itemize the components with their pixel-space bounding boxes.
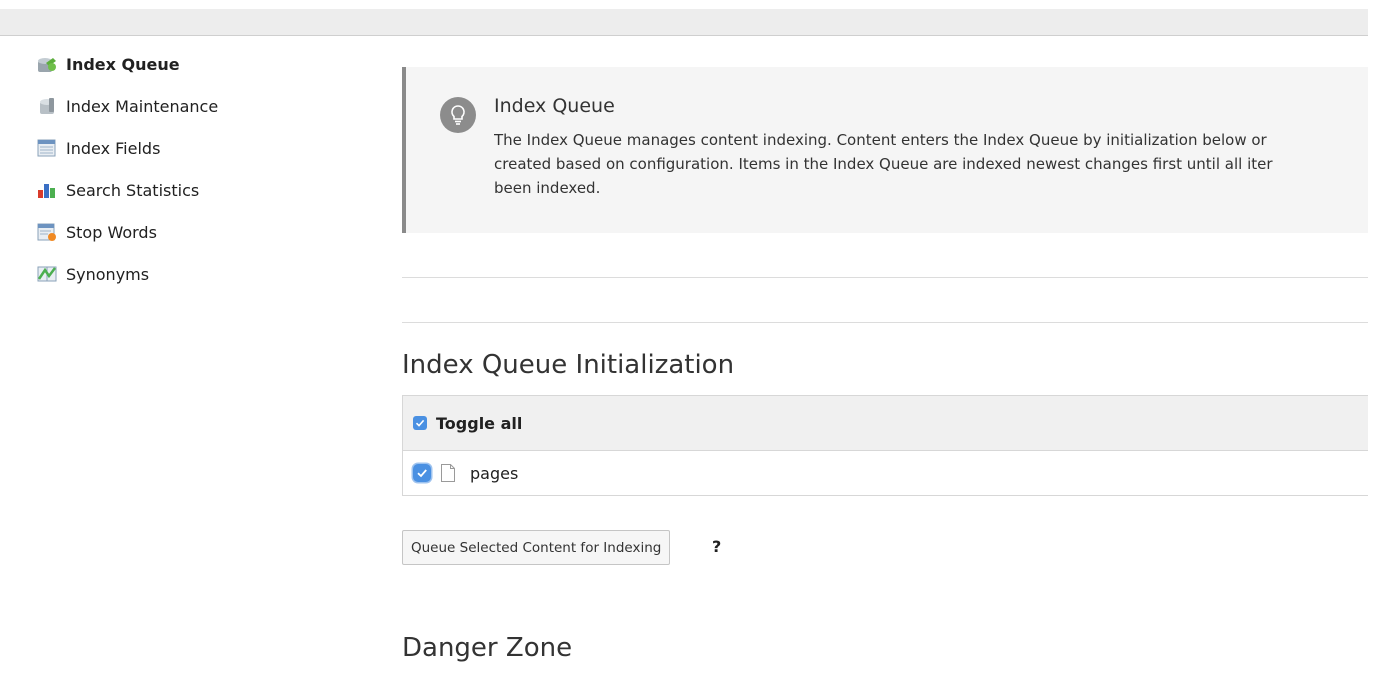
page-icon bbox=[441, 464, 455, 482]
queue-selected-button[interactable]: Queue Selected Content for Indexing bbox=[402, 530, 671, 565]
index-fields-icon bbox=[36, 138, 58, 158]
callout-title: Index Queue bbox=[494, 95, 615, 117]
sidebar-item-label: Index Fields bbox=[66, 138, 161, 158]
stop-words-icon bbox=[36, 222, 58, 242]
info-callout: Index Queue The Index Queue manages cont… bbox=[402, 67, 1368, 233]
lightbulb-icon bbox=[440, 97, 476, 133]
sidebar-item-label: Index Maintenance bbox=[66, 96, 219, 116]
help-button[interactable]: ? bbox=[712, 537, 721, 556]
sidebar-item-synonyms[interactable]: Synonyms bbox=[36, 253, 356, 295]
sidebar-item-stop-words[interactable]: Stop Words bbox=[36, 211, 356, 253]
sidebar-item-search-statistics[interactable]: Search Statistics bbox=[36, 169, 356, 211]
sidebar-menu: Index Queue Index Maintenance Index Fiel… bbox=[36, 43, 356, 295]
callout-line: been indexed. bbox=[494, 179, 601, 197]
initialization-table: Toggle all pages bbox=[402, 395, 1368, 496]
divider bbox=[402, 277, 1368, 278]
callout-line: The Index Queue manages content indexing… bbox=[494, 131, 1267, 149]
sidebar-item-index-fields[interactable]: Index Fields bbox=[36, 127, 356, 169]
toggle-all-label[interactable]: Toggle all bbox=[436, 414, 522, 433]
main-content: Index Queue The Index Queue manages cont… bbox=[402, 0, 1368, 686]
search-statistics-icon bbox=[36, 180, 58, 200]
sidebar-item-label: Stop Words bbox=[66, 222, 157, 242]
sidebar-item-label: Index Queue bbox=[66, 54, 180, 74]
index-maintenance-icon bbox=[36, 96, 58, 116]
row-label: pages bbox=[470, 463, 519, 483]
sidebar-item-index-queue[interactable]: Index Queue bbox=[36, 43, 356, 85]
sidebar-item-label: Synonyms bbox=[66, 264, 150, 284]
divider bbox=[402, 322, 1368, 323]
table-header: Toggle all bbox=[403, 396, 1368, 451]
synonyms-icon bbox=[36, 264, 58, 284]
index-queue-icon bbox=[36, 54, 58, 74]
toggle-all-checkbox[interactable] bbox=[413, 416, 427, 430]
section-heading-initialization: Index Queue Initialization bbox=[402, 350, 735, 380]
section-heading-danger-zone: Danger Zone bbox=[402, 633, 573, 663]
callout-text: The Index Queue manages content indexing… bbox=[494, 128, 1374, 200]
callout-line: created based on configuration. Items in… bbox=[494, 155, 1273, 173]
sidebar-item-index-maintenance[interactable]: Index Maintenance bbox=[36, 85, 356, 127]
sidebar-item-label: Search Statistics bbox=[66, 180, 200, 200]
table-row: pages bbox=[403, 451, 1368, 495]
pages-checkbox[interactable] bbox=[413, 464, 431, 482]
